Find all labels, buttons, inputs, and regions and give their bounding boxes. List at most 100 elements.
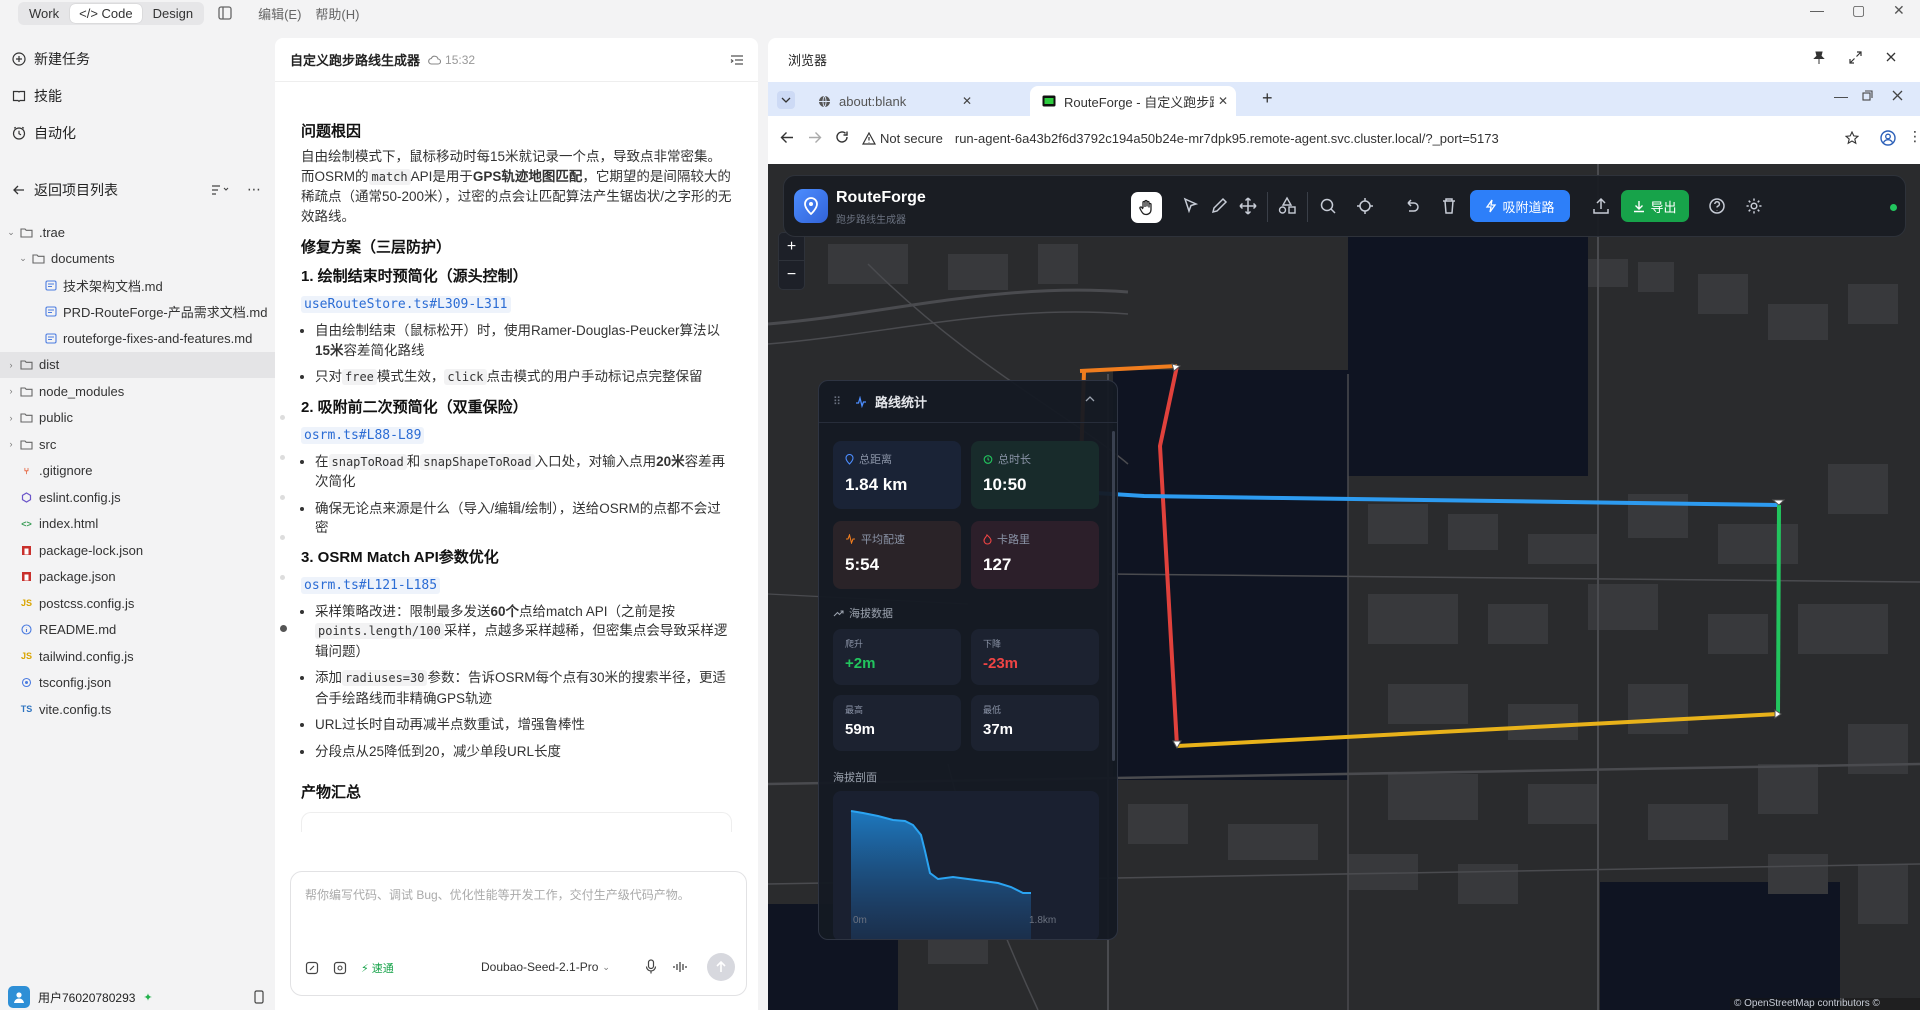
tree-folder[interactable]: ⌄ documents xyxy=(0,246,275,273)
reload-icon[interactable] xyxy=(835,130,849,144)
route-waypoint[interactable] xyxy=(1171,363,1182,372)
tree-file[interactable]: eslint.config.js xyxy=(0,484,275,511)
back-icon[interactable] xyxy=(780,131,794,144)
tab-close-icon[interactable]: ✕ xyxy=(962,94,972,108)
map-attribution[interactable]: © OpenStreetMap contributors © CARTO xyxy=(1730,998,1920,1010)
code-link[interactable]: useRouteStore.ts#L309-L311 xyxy=(301,296,511,313)
restore-icon[interactable] xyxy=(1862,90,1873,101)
profile-icon[interactable] xyxy=(1880,130,1896,146)
drag-handle-icon[interactable]: ⠿ xyxy=(833,395,841,408)
tree-file[interactable]: ⑂ .gitignore xyxy=(0,458,275,485)
bookmark-star-icon[interactable] xyxy=(1845,131,1859,145)
sidebar-item-automation[interactable]: 自动化 xyxy=(0,114,275,151)
tree-file[interactable]: JS tailwind.config.js xyxy=(0,643,275,670)
send-button[interactable] xyxy=(707,953,735,981)
chevron-down-icon[interactable]: ⌄ xyxy=(18,253,28,264)
upload-icon[interactable] xyxy=(1589,194,1613,218)
tree-folder[interactable]: ⌄ .trae xyxy=(0,219,275,246)
zoom-out-button[interactable]: − xyxy=(779,261,804,289)
tab-close-icon[interactable]: ✕ xyxy=(1218,94,1228,108)
timeline-dot[interactable] xyxy=(280,575,285,580)
code-link[interactable]: osrm.ts#L121-L185 xyxy=(301,576,441,594)
avatar[interactable] xyxy=(8,986,30,1008)
timeline-dot[interactable] xyxy=(280,495,285,500)
timeline-dot[interactable] xyxy=(280,415,285,420)
tab-routeforge[interactable]: RouteForge - 自定义跑步路 ✕ xyxy=(1030,86,1236,116)
tree-file[interactable]: TS vite.config.ts xyxy=(0,696,275,723)
help-icon[interactable] xyxy=(1705,194,1729,218)
maximize-icon[interactable]: ▢ xyxy=(1852,2,1865,19)
sidebar-item-skills[interactable]: 技能 xyxy=(0,77,275,114)
chevron-right-icon[interactable]: › xyxy=(6,439,16,449)
mode-design-tab[interactable]: Design xyxy=(144,4,202,23)
message-input[interactable]: 帮你编写代码、调试 Bug、优化性能等开发工作，交付生产级代码产物。 xyxy=(305,886,690,903)
trash-icon[interactable] xyxy=(1437,194,1461,218)
chevron-right-icon[interactable]: › xyxy=(6,360,16,370)
tree-file[interactable]: README.md xyxy=(0,617,275,644)
tree-file[interactable]: routeforge-fixes-and-features.md xyxy=(0,325,275,352)
browser-menu-icon[interactable]: ⋮ xyxy=(1908,129,1920,143)
tree-folder[interactable]: › src xyxy=(0,431,275,458)
outline-icon[interactable] xyxy=(730,54,744,66)
model-selector[interactable]: Doubao-Seed-2.1-Pro ⌄ xyxy=(481,960,610,974)
tree-file[interactable]: package.json xyxy=(0,564,275,591)
attach-file-icon[interactable] xyxy=(305,961,319,975)
export-button[interactable]: 导出 xyxy=(1621,190,1689,222)
tree-file[interactable]: <> index.html xyxy=(0,511,275,538)
tab-list-chevron-icon[interactable] xyxy=(777,91,795,109)
new-tab-icon[interactable]: + xyxy=(1262,88,1273,109)
close-icon[interactable]: ✕ xyxy=(1893,2,1905,19)
map-view[interactable]: + − RouteForge 跑步路线生成器 吸附道路 导出 ⠿ 路线统计 总距… xyxy=(768,164,1920,1010)
select-pointer-icon[interactable] xyxy=(1178,194,1202,218)
move-icon[interactable] xyxy=(1236,194,1260,218)
layout-toggle-icon[interactable] xyxy=(218,6,232,20)
tree-file[interactable]: 技术架构文档.md xyxy=(0,272,275,299)
back-to-projects[interactable]: 返回项目列表 ⋯ xyxy=(0,171,275,208)
close-window-icon[interactable] xyxy=(1892,90,1903,101)
undo-icon[interactable] xyxy=(1399,194,1423,218)
chevron-right-icon[interactable]: › xyxy=(6,413,16,423)
security-badge[interactable]: Not secure xyxy=(862,131,943,146)
expand-icon[interactable] xyxy=(1849,51,1862,64)
close-panel-icon[interactable] xyxy=(1885,51,1897,63)
search-icon[interactable] xyxy=(1316,194,1340,218)
tree-file[interactable]: tsconfig.json xyxy=(0,670,275,697)
voice-wave-icon[interactable] xyxy=(673,961,687,973)
shapes-icon[interactable] xyxy=(1275,194,1299,218)
timeline-dot[interactable] xyxy=(280,455,285,460)
timeline-dot-active[interactable] xyxy=(280,625,287,632)
pencil-icon[interactable] xyxy=(1207,194,1231,218)
tree-folder[interactable]: › dist xyxy=(0,351,275,378)
pan-tool-button[interactable] xyxy=(1131,192,1162,223)
phone-icon[interactable] xyxy=(254,990,264,1004)
menu-edit[interactable]: 编辑(E) xyxy=(258,4,301,23)
minimize-icon[interactable]: — xyxy=(1810,2,1824,18)
zoom-in-button[interactable]: + xyxy=(779,233,804,261)
url-field[interactable]: Not secure run-agent-6a43b2f6d3792c194a5… xyxy=(858,122,1873,154)
menu-help[interactable]: 帮助(H) xyxy=(315,4,359,23)
sort-icon[interactable] xyxy=(211,184,229,196)
snap-to-road-button[interactable]: 吸附道路 xyxy=(1470,190,1570,222)
tree-file[interactable]: PRD-RouteForge-产品需求文档.md xyxy=(0,299,275,326)
stats-scrollbar[interactable] xyxy=(1112,431,1115,761)
sidebar-item-new-task[interactable]: 新建任务 xyxy=(0,40,275,77)
forward-icon[interactable] xyxy=(808,131,822,144)
tree-file[interactable]: JS postcss.config.js xyxy=(0,590,275,617)
locate-icon[interactable] xyxy=(1353,194,1377,218)
image-icon[interactable] xyxy=(333,961,347,975)
tree-folder[interactable]: › public xyxy=(0,405,275,432)
mode-code-tab[interactable]: </> Code xyxy=(70,3,142,23)
chevron-down-icon[interactable]: ⌄ xyxy=(6,227,16,238)
mic-icon[interactable] xyxy=(645,959,657,975)
tree-folder[interactable]: › node_modules xyxy=(0,378,275,405)
chevron-right-icon[interactable]: › xyxy=(6,386,16,396)
pin-icon[interactable] xyxy=(1813,51,1825,65)
tree-file[interactable]: package-lock.json xyxy=(0,537,275,564)
settings-gear-icon[interactable] xyxy=(1742,194,1766,218)
tab-about-blank[interactable]: about:blank ✕ xyxy=(806,86,978,116)
output-card[interactable] xyxy=(301,812,732,832)
mode-work-tab[interactable]: Work xyxy=(20,4,68,23)
speed-mode-toggle[interactable]: ⚡ 速通 xyxy=(361,960,394,976)
code-link[interactable]: osrm.ts#L88-L89 xyxy=(301,426,425,444)
more-icon[interactable]: ⋯ xyxy=(247,181,261,198)
